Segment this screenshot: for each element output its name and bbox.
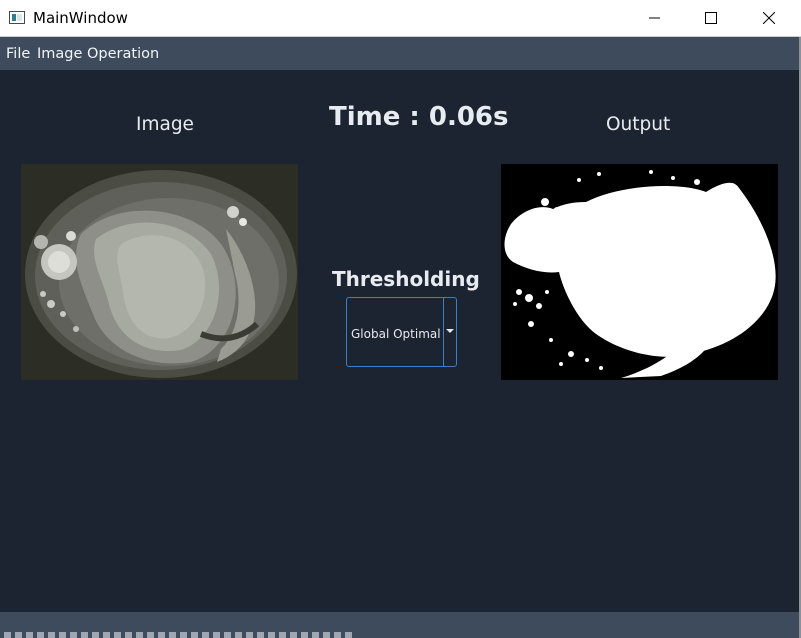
close-icon — [763, 12, 775, 24]
status-bar-text-cutoff — [4, 632, 354, 638]
title-bar: MainWindow — [0, 0, 801, 37]
maximize-button[interactable] — [682, 0, 740, 36]
menu-bar: File Image Operation — [0, 37, 799, 70]
thresholding-combo[interactable]: Global Optimal — [346, 297, 457, 367]
input-image — [21, 164, 298, 380]
minimize-icon — [649, 17, 660, 19]
time-label: Time : 0.06s — [329, 102, 509, 132]
output-label: Output — [606, 114, 671, 135]
close-button[interactable] — [740, 0, 798, 36]
combo-separator — [443, 298, 444, 366]
thresholding-label: Thresholding — [332, 267, 480, 291]
minimize-button[interactable] — [626, 0, 684, 36]
menu-image-operation[interactable]: Image Operation — [37, 46, 159, 62]
output-image — [500, 163, 779, 381]
image-label: Image — [136, 114, 194, 135]
menu-file[interactable]: File — [6, 46, 30, 62]
thresholding-combo-value: Global Optimal — [351, 327, 441, 341]
chevron-down-icon[interactable] — [446, 329, 454, 333]
maximize-icon — [705, 12, 717, 24]
window-title: MainWindow — [33, 9, 128, 27]
app-icon — [9, 11, 25, 24]
